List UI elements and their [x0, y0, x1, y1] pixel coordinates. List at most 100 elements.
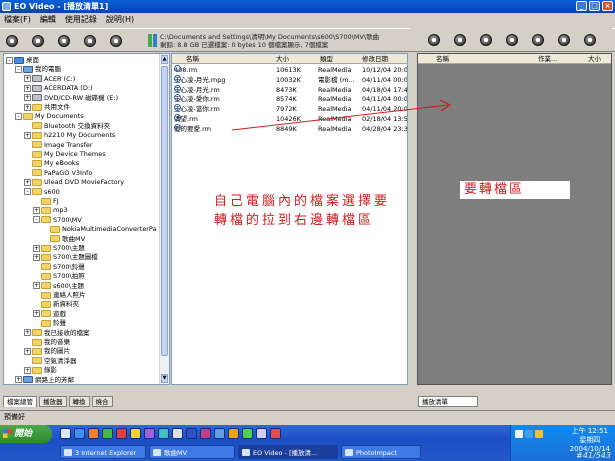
app-icon-6[interactable] — [172, 428, 183, 439]
tab-player[interactable]: 播放器 — [39, 396, 67, 407]
playlist-record-icon[interactable] — [506, 34, 518, 46]
back-icon[interactable] — [6, 35, 18, 47]
tray-lang-icon[interactable] — [515, 430, 523, 438]
task-ie[interactable]: 3 Internet Explorer — [60, 445, 146, 459]
file-row[interactable]: 408.rm 10613K RealMedia 10/12/04 20:04:54 — [172, 65, 407, 75]
clock[interactable]: 上午 12:51 星期四 2004/10/14 — [570, 427, 610, 454]
tree-expander-icon[interactable]: + — [24, 84, 31, 92]
tree-expander-icon[interactable]: + — [24, 131, 31, 139]
view-icon[interactable] — [110, 35, 122, 47]
show-desktop-icon[interactable] — [60, 428, 71, 439]
scroll-up-icon[interactable]: ▲ — [161, 55, 168, 64]
playlist-col-name[interactable]: 名稱 — [436, 54, 449, 64]
task-photoimpact[interactable]: PhotoImpact — [341, 445, 421, 459]
maximize-button[interactable]: □ — [589, 1, 600, 11]
scroll-down-icon[interactable]: ▼ — [161, 374, 168, 383]
file-row[interactable]: 王心凌-當你.rm 7972K RealMedia 04/11/04 20:06:02 — [172, 104, 407, 114]
app-icon-5[interactable] — [158, 428, 169, 439]
playlist-info-icon[interactable] — [584, 34, 596, 46]
tree-expander-icon[interactable]: + — [33, 310, 40, 318]
tree-expander-icon[interactable]: + — [24, 94, 31, 102]
app-icon-11[interactable] — [242, 428, 253, 439]
task-folder-mv[interactable]: 歌曲MV — [149, 445, 235, 459]
playlist-options-icon[interactable] — [558, 34, 570, 46]
tree-expander-icon[interactable]: + — [33, 253, 40, 261]
app-icon-13[interactable] — [270, 428, 281, 439]
tray-network-icon[interactable] — [525, 430, 533, 438]
tree-expander-icon[interactable]: + — [24, 366, 31, 374]
file-row[interactable]: 王心凌-月光.mpg 10032K 電影檔 (m... 04/11/04 00:05:… — [172, 74, 407, 85]
tab-playlist-label: 播放清單 — [422, 398, 448, 406]
close-button[interactable]: × — [602, 1, 613, 11]
minimize-button[interactable]: _ — [576, 1, 587, 11]
app-icon-8[interactable] — [200, 428, 211, 439]
file-name-text: 王心凌-月光.mpg — [174, 75, 226, 84]
col-type[interactable]: 類型 — [320, 54, 333, 64]
scroll-thumb[interactable] — [161, 66, 168, 356]
tray-volume-icon[interactable] — [535, 430, 543, 438]
ie-icon[interactable] — [74, 428, 85, 439]
tree-expander-icon[interactable]: + — [33, 206, 40, 214]
playlist-add-icon[interactable] — [428, 34, 440, 46]
tree-node[interactable]: + 網路上的芳鄰 — [15, 375, 74, 384]
file-type: RealMedia — [318, 85, 352, 94]
file-row[interactable]: 要的要愛.rm 8849K RealMedia 04/28/04 23:32:28 — [172, 123, 407, 134]
refresh-icon[interactable] — [84, 35, 96, 47]
file-row[interactable]: 王心凌-月光.rm 8473K RealMedia 04/18/04 17:47:36 — [172, 84, 407, 95]
tree-expander-icon[interactable]: + — [33, 282, 40, 290]
tree-expander-icon[interactable]: - — [6, 56, 13, 64]
tree-expander-icon[interactable]: + — [33, 244, 40, 252]
col-modified[interactable]: 修改日期 — [362, 54, 388, 64]
app-icon-4[interactable] — [144, 428, 155, 439]
tab-burn[interactable]: 燒合 — [91, 396, 113, 407]
playlist-col-artist[interactable]: 作業... — [538, 54, 557, 64]
app-icon-10[interactable] — [228, 428, 239, 439]
col-name[interactable]: 名稱 — [186, 54, 199, 64]
app-icon-9[interactable] — [214, 428, 225, 439]
tree-expander-icon[interactable]: + — [24, 347, 31, 355]
start-button[interactable]: 開始 — [0, 425, 52, 443]
drive-icon — [32, 84, 42, 92]
tree-expander-icon[interactable]: + — [15, 376, 22, 384]
file-name: 王心凌-愛你.rm — [174, 94, 220, 104]
menu-help[interactable]: 說明(H) — [106, 13, 134, 27]
clock-time: 上午 12:51 — [571, 427, 609, 435]
col-size[interactable]: 大小 — [276, 54, 289, 64]
disk-free-bar — [148, 34, 152, 47]
tree-scrollbar[interactable]: ▲ ▼ — [159, 54, 169, 384]
menu-history[interactable]: 使用記錄 — [65, 13, 97, 27]
up-folder-icon[interactable] — [58, 35, 70, 47]
tray-icons — [515, 430, 543, 438]
playlist-eye-icon[interactable] — [480, 34, 492, 46]
file-row[interactable]: 溝望.rm 10426K RealMedia 02/18/04 13:57:06 — [172, 114, 407, 124]
app-icon-3[interactable] — [130, 428, 141, 439]
media-icon[interactable] — [88, 428, 99, 439]
app-icon-12[interactable] — [256, 428, 267, 439]
tab-playlist[interactable]: 播放清單 — [418, 396, 478, 407]
tree-expander-icon[interactable]: + — [24, 329, 31, 337]
tree-expander-icon[interactable]: - — [24, 188, 31, 196]
app-icon-2[interactable] — [116, 428, 127, 439]
task-eo-video[interactable]: EO Video - [播放清... — [238, 445, 338, 459]
tab-convert[interactable]: 轉換 — [68, 396, 90, 407]
playlist-remove-icon[interactable] — [454, 34, 466, 46]
playlist-col-size[interactable]: 大小 — [588, 54, 601, 64]
tab-explorer[interactable]: 檔案總管 — [3, 396, 37, 407]
file-row[interactable]: 王心凌-愛你.rm 8574K RealMedia 04/11/04 00:06:38 — [172, 94, 407, 104]
tree-expander-icon[interactable]: - — [15, 65, 22, 73]
conversion-drop-area[interactable]: 名稱 作業... 大小 — [417, 53, 612, 385]
app-icon-1[interactable] — [102, 428, 113, 439]
tree-expander-icon[interactable]: + — [24, 103, 31, 111]
app-icon-7[interactable] — [186, 428, 197, 439]
playlist-settings-icon[interactable] — [532, 34, 544, 46]
tree-node-label: 我的音樂 — [44, 338, 70, 346]
clock-day: 星期四 — [579, 436, 601, 444]
tree-node-label: S700\拍照 — [53, 272, 85, 281]
tree-expander-icon[interactable]: - — [15, 112, 22, 120]
forward-icon[interactable] — [32, 35, 44, 47]
tree-expander-icon[interactable]: - — [33, 216, 40, 224]
tree-expander-icon[interactable]: + — [24, 178, 31, 186]
tree-expander-icon[interactable]: + — [24, 75, 31, 83]
menu-edit[interactable]: 編輯 — [40, 13, 56, 27]
menu-file[interactable]: 檔案(F) — [4, 13, 31, 27]
